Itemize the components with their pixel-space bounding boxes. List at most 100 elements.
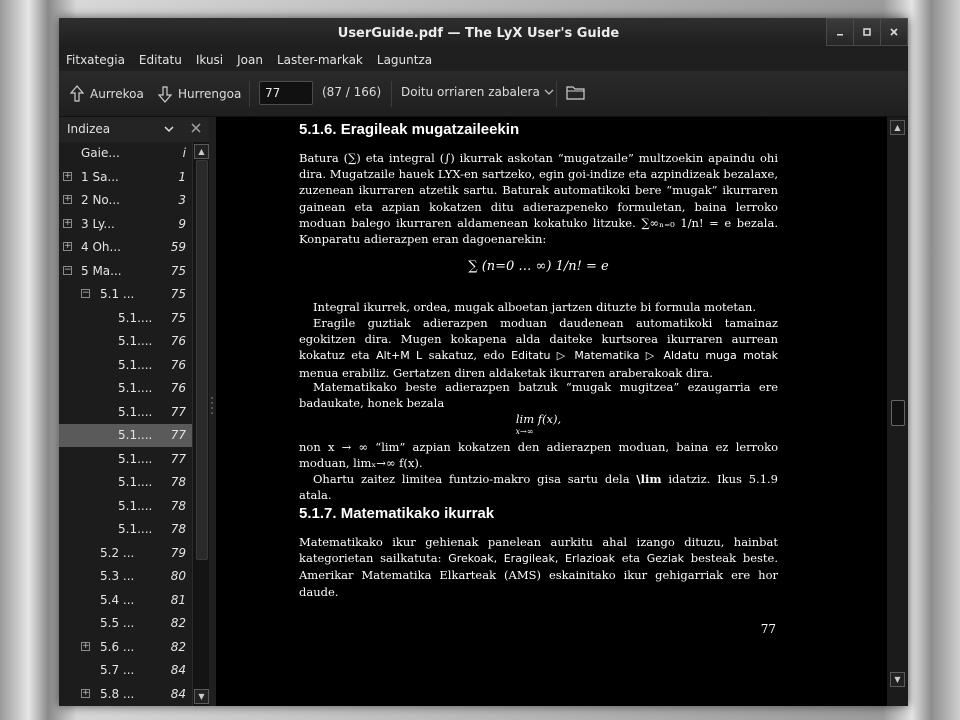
toc-item[interactable]: 5.4 ... 81 xyxy=(59,589,192,612)
title-bar[interactable]: UserGuide.pdf — The LyX User's Guide xyxy=(59,18,908,48)
splitter-grip xyxy=(211,402,213,404)
minimize-button[interactable] xyxy=(826,18,854,46)
expand-icon[interactable]: + xyxy=(81,641,90,651)
menu-edit[interactable]: Editatu xyxy=(132,53,189,67)
expand-icon[interactable]: + xyxy=(63,195,72,204)
toc-item[interactable]: 5.1.... 77 xyxy=(59,448,192,471)
toolbar-separator xyxy=(391,81,392,107)
toolbar-separator xyxy=(249,81,250,107)
sidebar-scroll-thumb[interactable] xyxy=(196,160,208,560)
toc-item[interactable]: 5.1.... 78 xyxy=(59,518,192,541)
toc-item-page: 75 xyxy=(170,287,186,301)
page-number-input[interactable] xyxy=(259,81,313,105)
collapse-icon[interactable]: − xyxy=(81,289,90,298)
arrow-down-icon xyxy=(157,86,173,103)
scroll-up-icon[interactable]: ▲ xyxy=(890,120,905,135)
toc-item[interactable]: 5.2 ... 79 xyxy=(59,542,192,565)
chevron-down-icon[interactable] xyxy=(163,124,175,134)
menu-file[interactable]: Fitxategia xyxy=(59,53,132,67)
toc-item-label: 5.2 ... xyxy=(100,545,135,560)
toc-item[interactable]: +4 Oh... 59 xyxy=(59,236,192,259)
document-scroll-thumb[interactable] xyxy=(891,400,905,426)
next-label: Hurrengoa xyxy=(178,87,242,101)
scroll-up-icon[interactable]: ▲ xyxy=(194,144,209,159)
toc-item-label: 5.7 ... xyxy=(100,663,135,677)
toc-header-row[interactable]: Gaie... i xyxy=(59,142,192,165)
toc-item-page: 1 xyxy=(178,169,186,184)
expand-icon[interactable]: + xyxy=(63,242,72,251)
zoom-select[interactable]: Doitu orriaren zabalera xyxy=(401,85,560,99)
toc-header-label: Gaie... xyxy=(81,146,120,160)
toc-item[interactable]: +5.6 ... 82 xyxy=(59,636,192,659)
toc-item[interactable]: 5.3 ... 80 xyxy=(59,565,192,588)
previous-page-button[interactable]: Aurrekoa xyxy=(69,85,144,103)
maximize-button[interactable] xyxy=(853,18,881,46)
next-page-button[interactable]: Hurrengoa xyxy=(157,85,241,103)
toc-item-label: 5.1.... xyxy=(118,522,153,536)
table-of-contents: Gaie... i +1 Sa... 1 +2 No... 3 +3 Ly... 9 +4 … xyxy=(59,142,192,706)
symbol-categories: Grekoak, Eragileak, Erlazioak xyxy=(448,552,615,566)
latex-command: \lim xyxy=(636,472,662,486)
text: menua erabiliz. Gertatzen diren aldaketa… xyxy=(299,365,713,380)
toc-item-page: 9 xyxy=(178,216,186,231)
toc-item-label: 4 Oh... xyxy=(81,240,121,254)
toc-item[interactable]: 5.7 ... 84 xyxy=(59,659,192,682)
sidebar-header: Indizea xyxy=(59,117,209,142)
pdf-viewer-window: UserGuide.pdf — The LyX User's Guide Fit… xyxy=(59,18,908,706)
splitter-grip xyxy=(211,397,213,399)
sidebar-mode-select[interactable]: Indizea xyxy=(67,122,110,136)
toc-item[interactable]: −5 Ma... 75 xyxy=(59,260,192,283)
close-sidebar-icon[interactable] xyxy=(191,123,201,133)
collapse-icon[interactable]: − xyxy=(63,265,72,275)
pane-splitter[interactable] xyxy=(209,117,216,706)
toc-item-label: 2 No... xyxy=(81,193,120,207)
toc-item[interactable]: 5.1.... 75 xyxy=(59,307,192,330)
toc-item[interactable]: +3 Ly... 9 xyxy=(59,213,192,236)
previous-label: Aurrekoa xyxy=(90,87,144,101)
paragraph: Matematikako beste adierazpen batzuk “mu… xyxy=(299,380,778,411)
toc-item-label: 5.1 ... xyxy=(100,287,135,301)
toc-item[interactable]: 5.1.... 78 xyxy=(59,495,192,518)
menu-help[interactable]: Laguntza xyxy=(370,53,439,67)
toc-item[interactable]: 5.5 ... 82 xyxy=(59,612,192,635)
menu-bookmarks[interactable]: Laster-markak xyxy=(270,53,370,67)
toc-item-page: 76 xyxy=(170,334,186,348)
scroll-down-icon[interactable]: ▼ xyxy=(194,689,209,704)
toc-item[interactable]: − 5.1 ... 75 xyxy=(59,283,192,306)
toc-item[interactable]: +2 No... 3 xyxy=(59,189,192,212)
toc-item[interactable]: 5.1.... 76 xyxy=(59,377,192,400)
expand-icon[interactable]: + xyxy=(63,171,72,181)
toc-item-page: 76 xyxy=(170,381,186,395)
toc-item-page: 82 xyxy=(170,639,186,654)
menu-view[interactable]: Ikusi xyxy=(189,53,230,67)
display-equation: ∑ (n=0 … ∞) 1/n! = e xyxy=(468,259,609,274)
toc-item[interactable]: 5.1.... 76 xyxy=(59,354,192,377)
toc-item[interactable]: 5.1.... 77 xyxy=(59,424,192,447)
toc-item-label: 5.1.... xyxy=(118,404,153,419)
toc-item[interactable]: +5.8 ... 84 xyxy=(59,683,192,706)
toc-item-page: 79 xyxy=(170,545,186,560)
expand-icon[interactable]: + xyxy=(63,218,72,228)
paragraph: Integral ikurrek, ordea, mugak alboetan … xyxy=(313,300,756,314)
scroll-down-icon[interactable]: ▼ xyxy=(890,672,905,687)
toc-item-label: 5.1.... xyxy=(118,498,153,513)
open-folder-button[interactable] xyxy=(566,84,591,100)
expand-icon[interactable]: + xyxy=(81,688,90,698)
toc-item-page: 80 xyxy=(170,569,186,583)
text: eta xyxy=(614,551,647,566)
menu-go[interactable]: Joan xyxy=(230,53,270,67)
toc-item[interactable]: 5.1.... 76 xyxy=(59,330,192,353)
toc-item-page: 82 xyxy=(170,616,186,630)
close-button[interactable] xyxy=(880,18,908,46)
toc-item[interactable]: 5.1.... 77 xyxy=(59,401,192,424)
sidebar-scrollbar[interactable]: ▲ ▼ xyxy=(192,142,210,706)
paragraph: Ohartu zaitez limitea funtzio-makro gisa… xyxy=(299,471,778,503)
toc-item-page: 77 xyxy=(170,404,186,419)
toc-item[interactable]: +1 Sa... 1 xyxy=(59,166,192,189)
document-scrollbar[interactable]: ▲ ▼ xyxy=(887,117,908,706)
menu-bar: Fitxategia Editatu Ikusi Joan Laster-mar… xyxy=(59,48,908,71)
document-view[interactable]: 5.1.6. Eragileak mugatzaileekin Batura (… xyxy=(216,117,887,706)
toc-item[interactable]: 5.1.... 78 xyxy=(59,471,192,494)
toc-item-label: 5.1.... xyxy=(118,310,153,325)
folder-icon xyxy=(566,86,585,100)
